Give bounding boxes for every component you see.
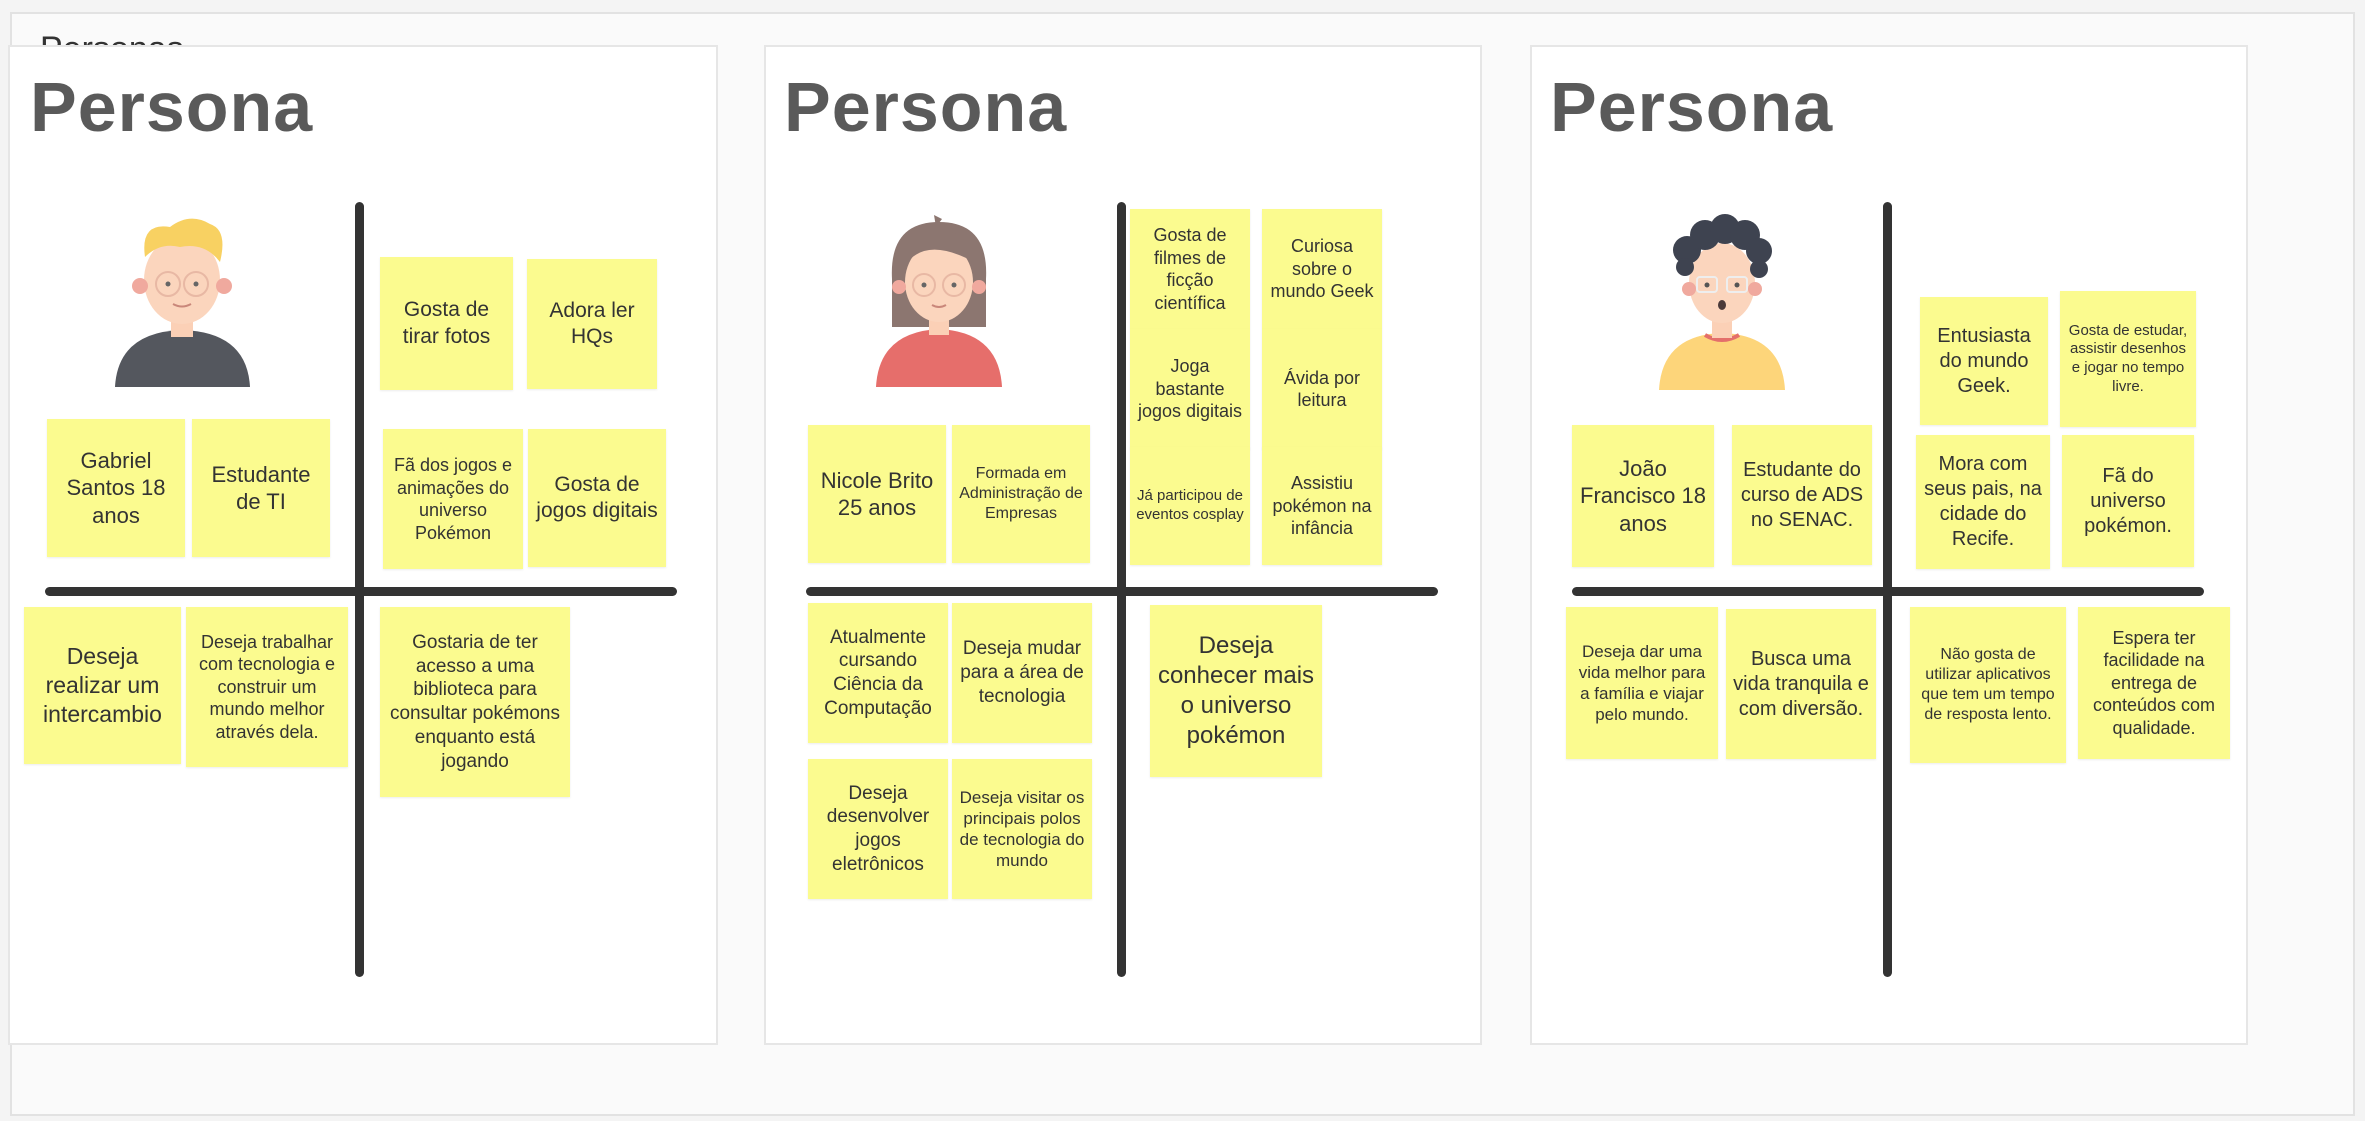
sticky-note[interactable]: Assistiu pokémon na infância — [1262, 447, 1382, 565]
sticky-note[interactable]: Deseja dar uma vida melhor para a famíli… — [1566, 607, 1718, 759]
sticky-note[interactable]: Deseja trabalhar com tecnologia e constr… — [186, 607, 348, 767]
sticky-note[interactable]: Já participou de eventos cosplay — [1130, 447, 1250, 565]
horizontal-axis — [45, 587, 677, 596]
sticky-note-role[interactable]: Estudante do curso de ADS no SENAC. — [1732, 425, 1872, 565]
sticky-note[interactable]: Gosta de estudar, assistir desenhos e jo… — [2060, 291, 2196, 427]
board-title: Persona — [30, 68, 314, 146]
sticky-note[interactable]: Adora ler HQs — [527, 259, 657, 389]
sticky-note[interactable]: Curiosa sobre o mundo Geek — [1262, 209, 1382, 329]
avatar-curly-hair-boy-icon — [1659, 214, 1785, 390]
sticky-note[interactable]: Deseja mudar para a área de tecnologia — [952, 603, 1092, 743]
sticky-note[interactable]: Mora com seus pais, na cidade do Recife. — [1916, 435, 2050, 569]
persona-board-1[interactable]: Persona Gabriel Santos 18 anos Estudante… — [8, 45, 718, 1045]
sticky-note-role[interactable]: Estudante de TI — [192, 419, 330, 557]
sticky-note[interactable]: Atualmente cursando Ciência da Computaçã… — [808, 603, 948, 743]
sticky-note[interactable]: Deseja desenvolver jogos eletrônicos — [808, 759, 948, 899]
sticky-note-name[interactable]: João Francisco 18 anos — [1572, 425, 1714, 567]
sticky-note[interactable]: Gosta de filmes de ficção científica — [1130, 209, 1250, 329]
horizontal-axis — [806, 587, 1438, 596]
sticky-note[interactable]: Não gosta de utilizar aplicativos que te… — [1910, 607, 2066, 763]
board-title: Persona — [784, 68, 1068, 146]
sticky-note[interactable]: Gosta de jogos digitais — [528, 429, 666, 567]
sticky-note[interactable]: Busca uma vida tranquila e com diversão. — [1726, 609, 1876, 759]
board-title: Persona — [1550, 68, 1834, 146]
sticky-note[interactable]: Deseja conhecer mais o universo pokémon — [1150, 605, 1322, 777]
sticky-note[interactable]: Espera ter facilidade na entrega de cont… — [2078, 607, 2230, 759]
sticky-note[interactable]: Gostaria de ter acesso a uma biblioteca … — [380, 607, 570, 797]
sticky-note[interactable]: Ávida por leitura — [1262, 329, 1382, 449]
sticky-note[interactable]: Entusiasta do mundo Geek. — [1920, 297, 2048, 425]
sticky-note[interactable]: Deseja visitar os principais polos de te… — [952, 759, 1092, 899]
sticky-note-name[interactable]: Nicole Brito 25 anos — [808, 425, 946, 563]
persona-board-3[interactable]: Persona João Francisco 18 anos Estudante… — [1530, 45, 2248, 1045]
sticky-note[interactable]: Gosta de tirar fotos — [380, 257, 513, 390]
horizontal-axis — [1572, 587, 2204, 596]
persona-board-2[interactable]: Persona Nicole Brito 25 anos Formada em … — [764, 45, 1482, 1045]
sticky-note[interactable]: Joga bastante jogos digitais — [1130, 329, 1250, 449]
sticky-note-role[interactable]: Formada em Administração de Empresas — [952, 425, 1090, 563]
avatar-brown-hair-girl-icon — [876, 215, 1002, 387]
sticky-note[interactable]: Deseja realizar um intercambio — [24, 607, 181, 764]
sticky-note[interactable]: Fã do universo pokémon. — [2062, 435, 2194, 567]
avatar-blond-boy-icon — [115, 218, 250, 387]
sticky-note[interactable]: Fã dos jogos e animações do universo Pok… — [383, 429, 523, 569]
sticky-note-name[interactable]: Gabriel Santos 18 anos — [47, 419, 185, 557]
